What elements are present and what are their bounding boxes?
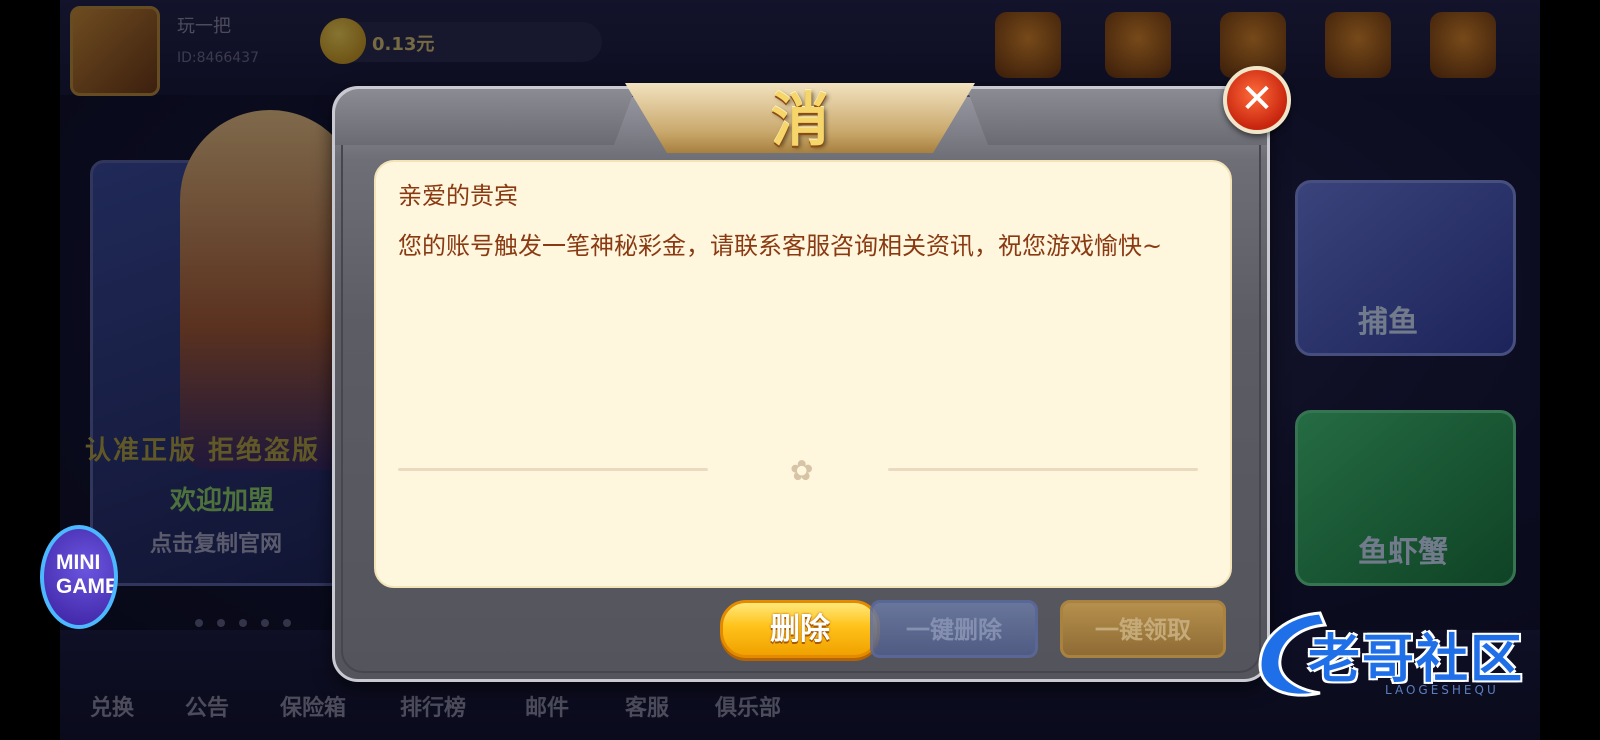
- divider-right: [888, 468, 1198, 471]
- close-icon: ✕: [1240, 76, 1274, 122]
- title-tab-right: [967, 89, 1267, 145]
- claim-all-button[interactable]: 一键领取: [1060, 600, 1226, 658]
- mini-game-button[interactable]: MINI GAME: [40, 525, 118, 629]
- mini-game-label: MINI GAME: [56, 551, 118, 598]
- message-greeting: 亲爱的贵宾: [398, 182, 518, 210]
- watermark-logo: 老哥社区 LAOGESHEQU: [1250, 605, 1580, 705]
- watermark-text: 老哥社区: [1308, 630, 1525, 690]
- clover-icon: ✿: [790, 454, 814, 487]
- divider-left: [398, 468, 708, 471]
- message-body: 您的账号触发一笔神秘彩金，请联系客服咨询相关资讯，祝您游戏愉快~: [398, 232, 1163, 260]
- message-panel: 亲爱的贵宾 您的账号触发一笔神秘彩金，请联系客服咨询相关资讯，祝您游戏愉快~ ✿: [374, 160, 1232, 588]
- title-tab-left: [335, 89, 635, 145]
- delete-all-button[interactable]: 一键删除: [870, 600, 1038, 658]
- dialog-title: 消息: [770, 86, 889, 228]
- delete-button[interactable]: 删除: [720, 600, 880, 658]
- watermark-subtext: LAOGESHEQU: [1385, 683, 1499, 697]
- close-button[interactable]: ✕: [1223, 66, 1291, 134]
